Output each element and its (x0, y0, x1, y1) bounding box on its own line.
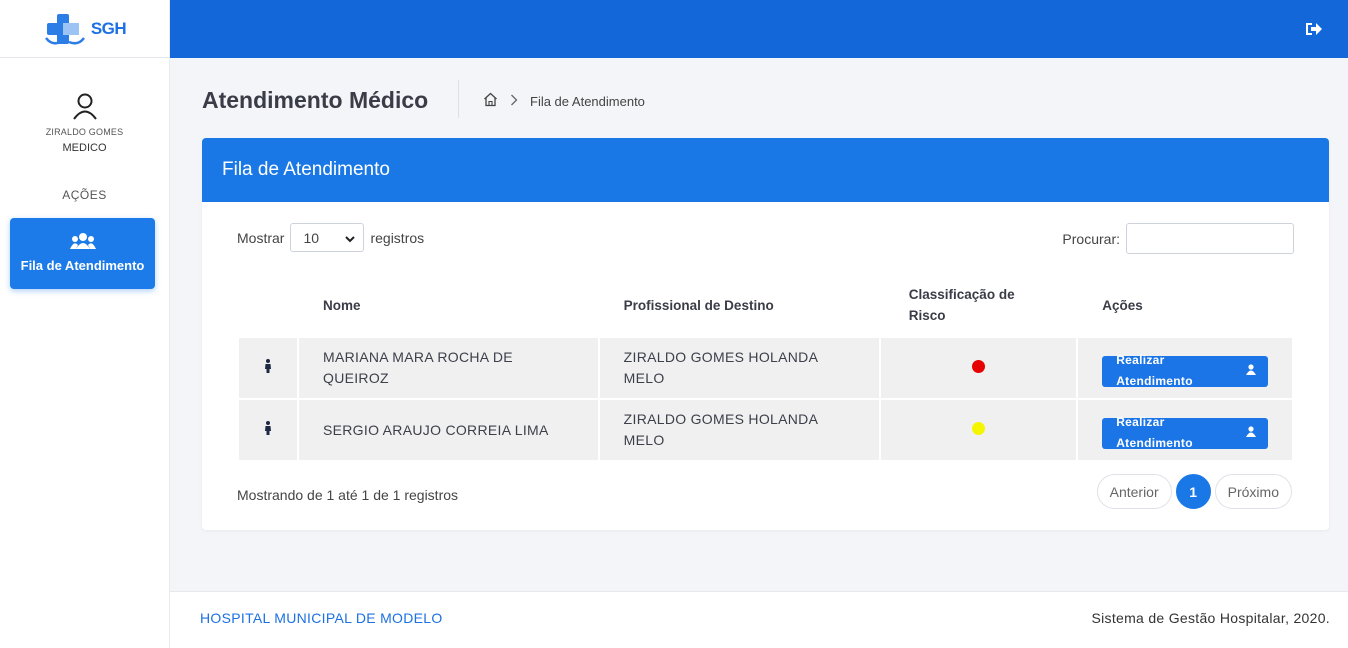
cell-nome: MARIANA MARA ROCHA DE QUEIROZ (299, 338, 598, 398)
realizar-atendimento-button[interactable]: Realizar Atendimento (1102, 353, 1268, 388)
risk-indicator (971, 359, 985, 373)
cell-risco (880, 338, 1077, 398)
sidebar-item-label: Fila de Atendimento (20, 258, 145, 273)
column-header-profissional[interactable]: Profissional de Destino (600, 274, 879, 336)
breadcrumb-current: Fila de Atendimento (530, 93, 645, 109)
page-title: Atendimento Médico (202, 87, 429, 113)
cell-risco (880, 400, 1077, 460)
sign-out-icon[interactable] (1304, 20, 1322, 38)
page-1-button[interactable]: 1 (1175, 474, 1211, 509)
cell-nome: SERGIO ARAUJO CORREIA LIMA (299, 400, 598, 460)
card-title: Fila de Atendimento (202, 138, 1329, 202)
chevron-down-icon (345, 230, 356, 246)
table-header-row: Nome Profissional de Destino Classificaç… (239, 274, 1292, 336)
cell-acoes: Realizar Atendimento (1078, 338, 1292, 398)
column-header-nome[interactable]: Nome (299, 274, 598, 336)
logo-text: SGH (90, 18, 127, 38)
length-suffix: registros (370, 229, 425, 246)
cell-acoes: Realizar Atendimento (1078, 400, 1292, 460)
cell-profissional: ZIRALDO GOMES HOLANDA MELO (599, 400, 879, 460)
risk-indicator (971, 421, 985, 435)
person-icon (239, 338, 297, 398)
footer-hospital-name[interactable]: HOSPITAL MUNICIPAL DE MODELO (200, 610, 443, 626)
realizar-atendimento-button[interactable]: Realizar Atendimento (1102, 415, 1268, 450)
button-label: Realizar Atendimento (1116, 415, 1193, 451)
sidebar: SGH ZIRALDO GOMES MEDICO AÇÕES Fila de A… (0, 0, 170, 648)
users-icon (10, 232, 155, 250)
person-icon (239, 400, 297, 460)
user-icon (71, 92, 99, 120)
button-label: Realizar Atendimento (1116, 353, 1193, 389)
next-page-button[interactable]: Próximo (1214, 474, 1292, 509)
search-label: Procurar: (1062, 230, 1120, 247)
logo-cross-icon (43, 12, 87, 46)
queue-card: Fila de Atendimento Mostrar 10 registros… (202, 138, 1329, 530)
footer-copyright: Sistema de Gestão Hospitalar, 2020. (1091, 610, 1330, 626)
chevron-right-icon (510, 94, 518, 109)
user-icon (1246, 361, 1256, 382)
divider (458, 80, 459, 118)
user-icon (1246, 423, 1256, 444)
logo[interactable]: SGH (0, 0, 169, 58)
table-row: SERGIO ARAUJO CORREIA LIMA ZIRALDO GOMES… (239, 400, 1292, 460)
home-icon[interactable] (483, 92, 498, 110)
search-control: Procurar: (1062, 223, 1294, 254)
queue-table: Nome Profissional de Destino Classificaç… (237, 272, 1294, 462)
page-length-select[interactable]: 10 (290, 223, 365, 252)
sidebar-item-fila-de-atendimento[interactable]: Fila de Atendimento (10, 218, 155, 289)
table-info: Mostrando de 1 até 1 de 1 registros (237, 487, 459, 503)
column-header-acoes[interactable]: Ações (1078, 274, 1292, 336)
previous-page-button[interactable]: Anterior (1096, 474, 1172, 509)
column-header-icon[interactable] (239, 274, 297, 336)
topbar (170, 0, 1348, 58)
page-length-value: 10 (303, 229, 320, 246)
pagination: Anterior 1 Próximo (1096, 474, 1292, 509)
user-block: ZIRALDO GOMES MEDICO (0, 92, 169, 154)
search-input[interactable] (1126, 223, 1294, 254)
length-prefix: Mostrar (237, 229, 285, 246)
page-length-control: Mostrar 10 registros (237, 223, 424, 252)
column-header-risco[interactable]: Classificação de Risco (881, 274, 1076, 336)
breadcrumb: Fila de Atendimento (483, 92, 645, 110)
table-row: MARIANA MARA ROCHA DE QUEIROZ ZIRALDO GO… (239, 338, 1292, 398)
sidebar-section-title: AÇÕES (62, 188, 107, 202)
footer: HOSPITAL MUNICIPAL DE MODELO Sistema de … (170, 591, 1348, 648)
cell-profissional: ZIRALDO GOMES HOLANDA MELO (599, 338, 879, 398)
user-name: ZIRALDO GOMES (45, 127, 124, 137)
user-role: MEDICO (62, 142, 107, 154)
